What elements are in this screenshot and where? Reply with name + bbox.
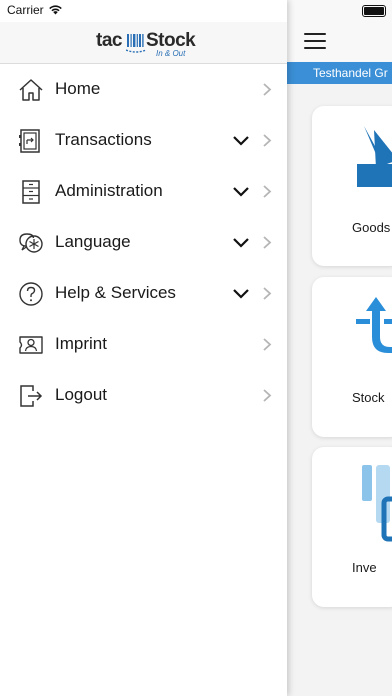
drawer-menu: Home Transactions Administration Languag…	[0, 65, 287, 422]
logo-tagline: In & Out	[156, 49, 186, 58]
chevron-right-icon	[263, 389, 272, 402]
chevron-right-icon	[263, 338, 272, 351]
menu-item-transactions[interactable]: Transactions	[0, 116, 287, 167]
logout-icon	[20, 385, 43, 407]
chevron-right-icon	[263, 83, 272, 96]
goods-receipt-icon	[357, 126, 392, 187]
inventory-icon	[362, 465, 392, 542]
tile-goods[interactable]: Goods	[312, 106, 392, 266]
carrier-label: Carrier	[7, 3, 44, 17]
menu-item-label: Language	[55, 232, 131, 251]
chevron-right-icon	[263, 134, 272, 147]
menu-item-help[interactable]: Help & Services	[0, 269, 287, 320]
stock-transfer-icon	[356, 297, 392, 353]
chevron-down-icon[interactable]	[232, 237, 250, 248]
chevron-down-icon[interactable]	[232, 186, 250, 197]
menu-item-label: Home	[55, 79, 101, 98]
hamburger-menu-icon[interactable]	[304, 33, 326, 49]
imprint-icon	[19, 336, 43, 354]
cabinet-icon	[22, 180, 40, 204]
menu-item-language[interactable]: Language	[0, 218, 287, 269]
menu-item-label: Imprint	[55, 334, 107, 353]
tile-inventory[interactable]: Inve	[312, 447, 392, 607]
menu-item-imprint[interactable]: Imprint	[0, 320, 287, 371]
chevron-right-icon	[263, 185, 272, 198]
navigation-drawer: Carrier tac Stock In & Out Home Transact…	[0, 0, 287, 696]
tile-inventory-label: Inve	[352, 560, 377, 575]
drawer-header: tac Stock In & Out	[0, 22, 287, 64]
menu-item-home[interactable]: Home	[0, 65, 287, 116]
barcode-logo-icon	[126, 34, 146, 53]
company-banner: Testhandel Gr	[287, 62, 392, 84]
menu-item-administration[interactable]: Administration	[0, 167, 287, 218]
chevron-right-icon	[263, 287, 272, 300]
chevron-down-icon[interactable]	[232, 135, 250, 146]
menu-item-label: Help & Services	[55, 283, 176, 302]
tile-stock-label: Stock	[352, 390, 385, 405]
background-app: Testhandel Gr Goods Stock Inve	[287, 0, 392, 696]
language-icon	[19, 233, 43, 253]
background-nav-bar	[287, 22, 392, 62]
tile-stock[interactable]: Stock	[312, 277, 392, 437]
wifi-icon	[49, 5, 62, 15]
menu-item-logout[interactable]: Logout	[0, 371, 287, 422]
transactions-icon	[19, 129, 40, 153]
help-icon	[19, 282, 43, 306]
tile-goods-label: Goods	[352, 220, 391, 235]
chevron-down-icon[interactable]	[232, 288, 250, 299]
status-bar: Carrier	[0, 0, 287, 22]
chevron-right-icon	[263, 236, 272, 249]
menu-item-label: Logout	[55, 385, 107, 404]
menu-item-label: Administration	[55, 181, 163, 200]
logo-brand-left: tac	[96, 30, 122, 51]
home-icon	[19, 79, 43, 101]
menu-item-label: Transactions	[55, 130, 152, 149]
